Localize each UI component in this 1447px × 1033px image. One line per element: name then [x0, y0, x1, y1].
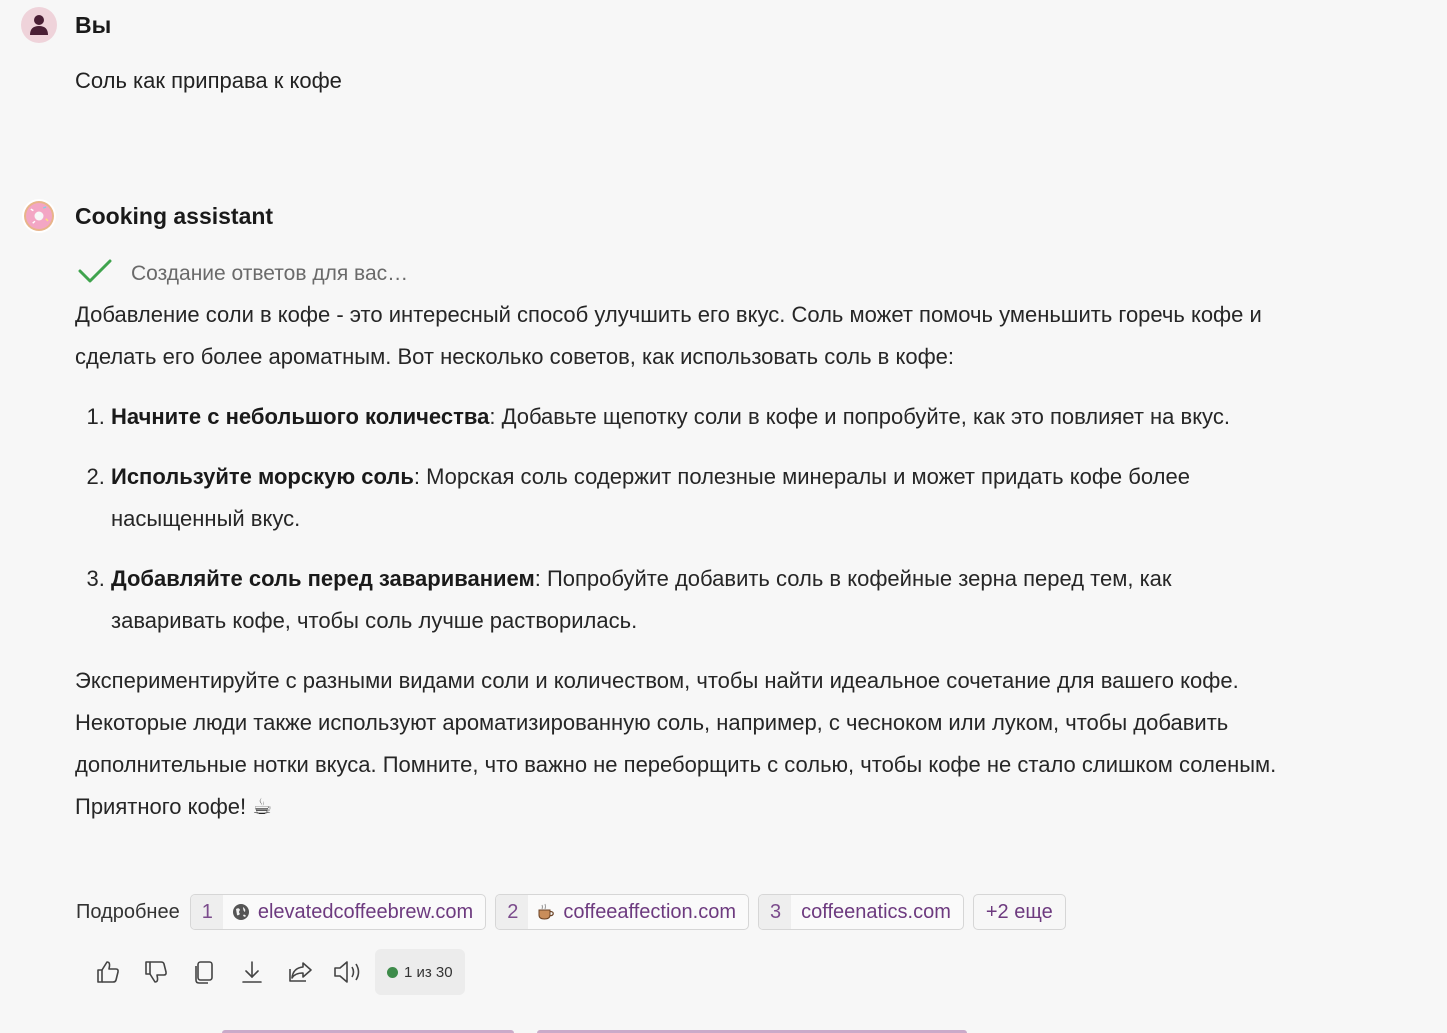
source-link-2[interactable]: 2 coffeeaffection.com	[495, 894, 750, 930]
source-link-1[interactable]: 1 elevatedcoffeebrew.com	[189, 894, 487, 930]
source-link-3[interactable]: 3 coffeenatics.com	[758, 894, 964, 930]
response-toolbar: 1 из 30	[84, 948, 465, 996]
source-site: elevatedcoffeebrew.com	[257, 900, 474, 923]
list-item: Начните с небольшого количества: Добавьт…	[111, 396, 1285, 438]
answer-intro: Добавление соли в кофе - это интересный …	[75, 302, 1262, 369]
download-icon[interactable]	[228, 948, 276, 996]
response-counter: 1 из 30	[375, 949, 465, 995]
source-site: coffeeaffection.com	[563, 900, 737, 923]
user-name: Вы	[75, 12, 112, 38]
tip-title: Добавляйте соль перед завариванием	[111, 566, 535, 591]
assistant-name: Cooking assistant	[75, 203, 274, 229]
sources-bar: Подробнее 1 elevatedcoffeebrew.com 2 cof…	[76, 894, 1066, 930]
globe-icon	[231, 902, 251, 922]
user-message-text: Соль как приправа к кофе	[75, 68, 342, 93]
speaker-icon[interactable]	[324, 948, 372, 996]
thumbs-up-icon[interactable]	[84, 948, 132, 996]
source-number: 1	[190, 895, 223, 929]
coffee-cup-icon	[536, 902, 556, 922]
status-text: Создание ответов для вас…	[131, 261, 409, 285]
counter-text: 1 из 30	[404, 963, 453, 981]
sources-label: Подробнее	[76, 900, 180, 923]
tips-list: Начните с небольшого количества: Добавьт…	[75, 396, 1285, 642]
donut-avatar-icon	[22, 199, 56, 233]
source-number: 2	[496, 895, 529, 929]
generation-status: Создание ответов для вас…	[78, 258, 408, 289]
share-icon[interactable]	[276, 948, 324, 996]
copy-icon[interactable]	[180, 948, 228, 996]
tip-text: : Добавьте щепотку соли в кофе и попробу…	[489, 404, 1230, 429]
tip-title: Начните с небольшого количества	[111, 404, 490, 429]
thumbs-down-icon[interactable]	[132, 948, 180, 996]
more-sources-button[interactable]: +2 еще	[972, 894, 1066, 930]
tip-title: Используйте морскую соль	[111, 464, 414, 489]
assistant-answer: Добавление соли в кофе - это интересный …	[75, 294, 1285, 828]
checkmark-icon	[78, 258, 112, 289]
answer-outro: Экспериментируйте с разными видами соли …	[75, 668, 1277, 819]
list-item: Используйте морскую соль: Морская соль с…	[111, 456, 1285, 540]
user-avatar-icon	[21, 7, 57, 43]
list-item: Добавляйте соль перед завариванием: Попр…	[111, 558, 1285, 642]
status-dot-icon	[387, 966, 398, 978]
source-number: 3	[759, 895, 792, 929]
source-site: coffeenatics.com	[801, 900, 951, 923]
